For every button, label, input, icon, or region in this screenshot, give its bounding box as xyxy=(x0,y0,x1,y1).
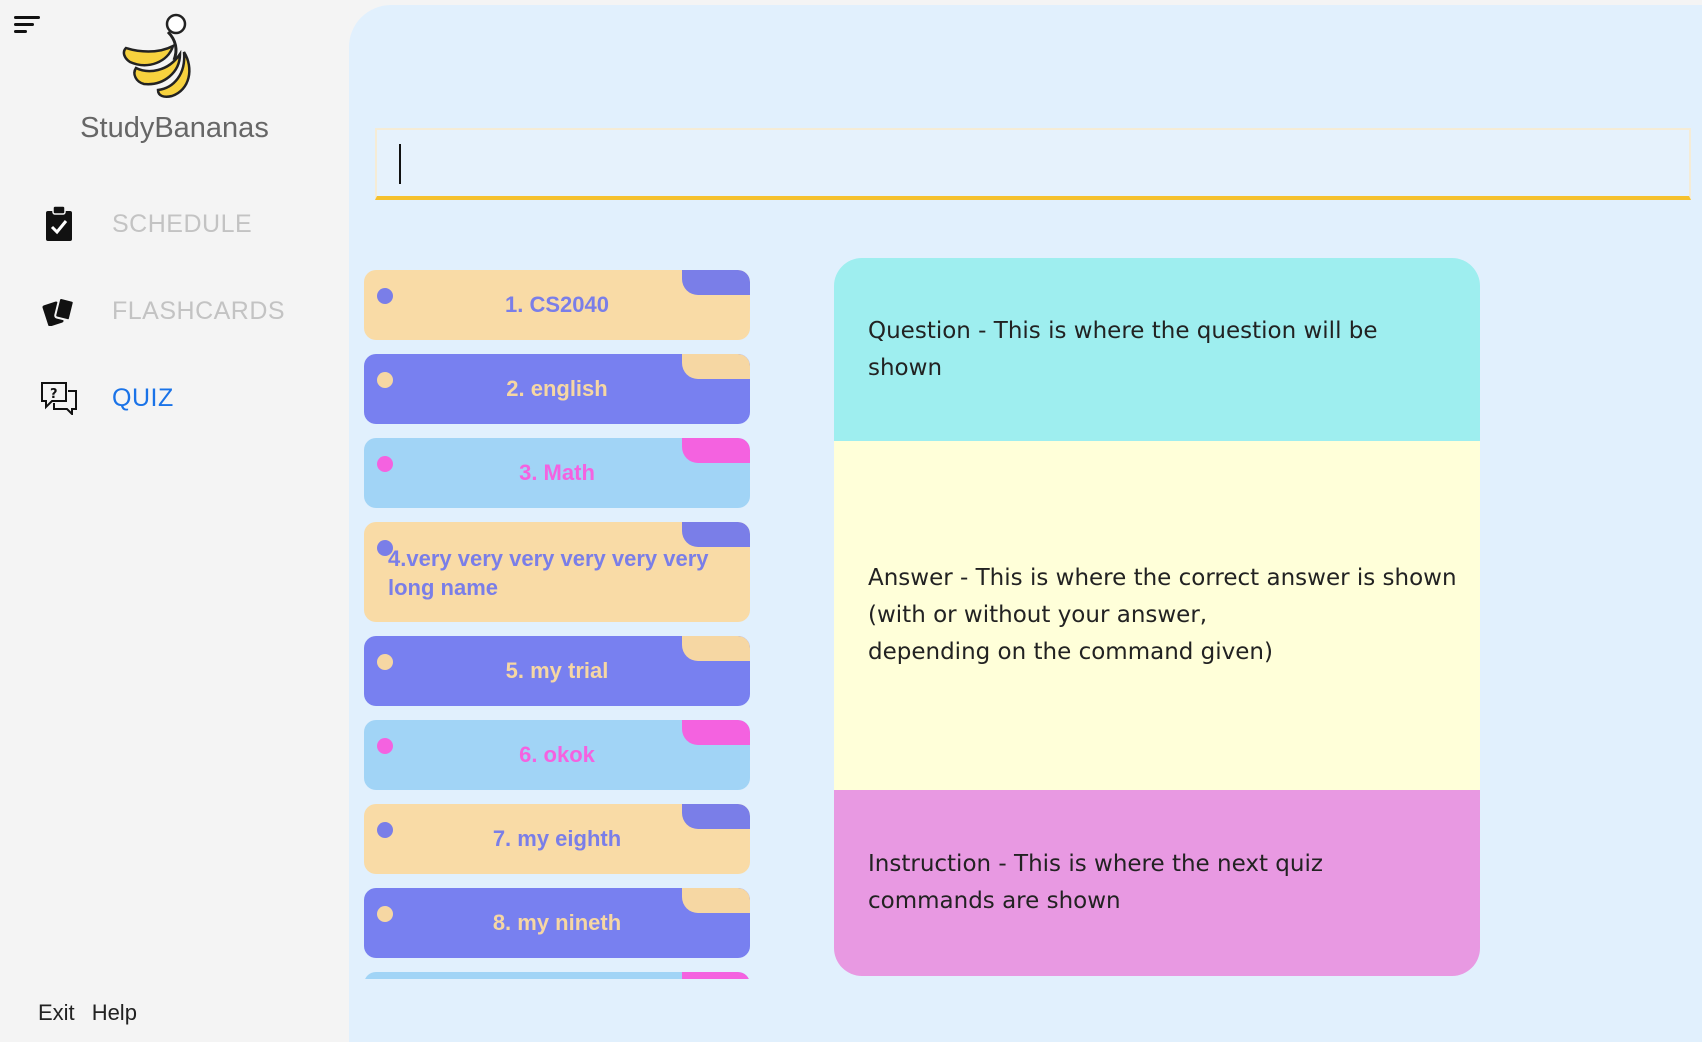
quiz-set-card[interactable]: 7. my eighth xyxy=(364,804,750,874)
answer-text-line: depending on the command given) xyxy=(868,639,1273,665)
quiz-set-card[interactable]: 8. my nineth xyxy=(364,888,750,958)
answer-text-line: Answer - This is where the correct answe… xyxy=(868,565,1457,591)
quiz-set-card[interactable]: 1. CS2040 xyxy=(364,270,750,340)
quiz-display: Question - This is where the question wi… xyxy=(834,258,1480,976)
answer-text-line: (with or without your answer, xyxy=(868,602,1208,628)
app-window: StudyBananas SCHEDULE FLASHCARDS ? QUIZ … xyxy=(0,0,1702,1042)
help-button[interactable]: Help xyxy=(92,1000,137,1026)
nav-item-flashcards[interactable]: FLASHCARDS xyxy=(38,286,328,336)
card-tab xyxy=(682,972,750,979)
quiz-set-card-partial[interactable] xyxy=(364,972,750,979)
quiz-set-card[interactable]: 2. english xyxy=(364,354,750,424)
question-text: Question - This is where the question wi… xyxy=(868,317,1378,381)
nav-label-quiz: QUIZ xyxy=(112,383,174,412)
quiz-set-title: 6. okok xyxy=(519,742,595,767)
svg-text:?: ? xyxy=(50,387,58,402)
quiz-set-title: 4.very very very very very very long nam… xyxy=(388,546,709,600)
quiz-set-title: 7. my eighth xyxy=(492,826,622,851)
nav-label-flashcards: FLASHCARDS xyxy=(112,296,286,325)
question-panel: Question - This is where the question wi… xyxy=(834,258,1480,441)
answer-panel: Answer - This is where the correct answe… xyxy=(834,441,1480,790)
sidebar: StudyBananas SCHEDULE FLASHCARDS ? QUIZ … xyxy=(0,0,349,1042)
nav-item-quiz[interactable]: ? QUIZ xyxy=(38,373,328,423)
command-input[interactable] xyxy=(375,128,1691,200)
footer-links: Exit Help xyxy=(38,1000,137,1026)
quiz-set-card[interactable]: 3. Math xyxy=(364,438,750,508)
quiz-set-title: 1. CS2040 xyxy=(505,292,609,317)
cards-icon xyxy=(38,290,80,332)
clipboard-check-icon xyxy=(38,203,80,245)
exit-button[interactable]: Exit xyxy=(38,1000,75,1026)
quiz-set-card[interactable]: 5. my trial xyxy=(364,636,750,706)
instruction-panel: Instruction - This is where the next qui… xyxy=(834,790,1480,976)
quiz-set-title: 2. english xyxy=(506,376,608,401)
instruction-text: Instruction - This is where the next qui… xyxy=(868,851,1323,914)
nav-item-schedule[interactable]: SCHEDULE xyxy=(38,199,328,249)
quiz-set-card[interactable]: 6. okok xyxy=(364,720,750,790)
quiz-set-title: 3. Math xyxy=(519,460,595,485)
quiz-set-list[interactable]: 1. CS2040 2. english 3. Math 4.very very ve… xyxy=(364,261,754,979)
menu-toggle-icon[interactable] xyxy=(14,16,44,38)
main-panel: 1. CS2040 2. english 3. Math 4.very very ve… xyxy=(349,5,1702,1042)
quiz-set-card[interactable]: 4.very very very very very very long nam… xyxy=(364,522,750,622)
text-caret xyxy=(399,144,401,184)
app-name: StudyBananas xyxy=(80,112,269,144)
nav-label-schedule: SCHEDULE xyxy=(112,209,253,238)
banana-logo-icon xyxy=(122,13,191,98)
quiz-set-title: 5. my trial xyxy=(505,658,609,683)
chat-question-icon: ? xyxy=(38,377,80,419)
quiz-set-title: 8. my nineth xyxy=(492,910,622,935)
